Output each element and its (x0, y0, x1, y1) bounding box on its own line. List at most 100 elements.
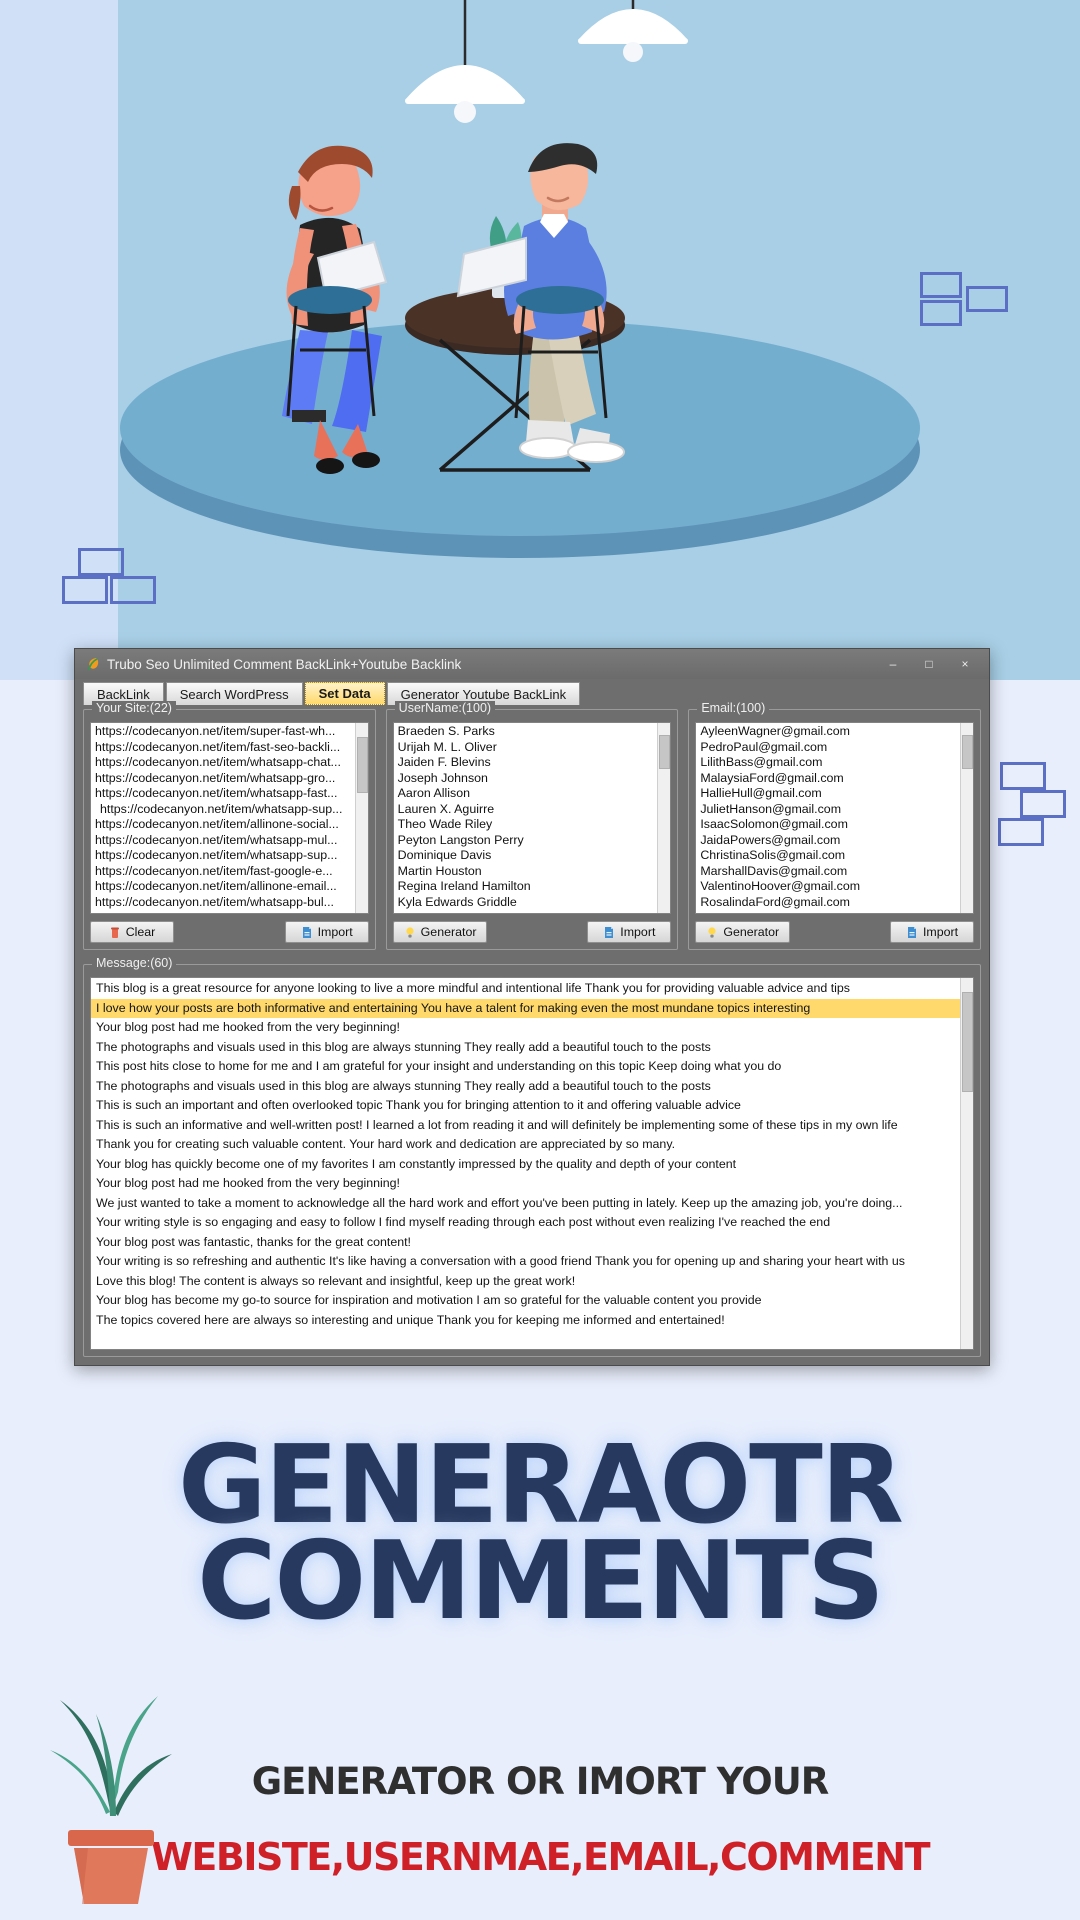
list-item[interactable]: ChristinaSolis@gmail.com (696, 848, 960, 864)
list-item[interactable]: Dominique Davis (394, 848, 658, 864)
list-item[interactable]: RosalindaFord@gmail.com (696, 895, 960, 911)
import-usernames-button[interactable]: Import (587, 921, 672, 943)
import-emails-label: Import (922, 925, 959, 939)
list-item[interactable]: https://codecanyon.net/item/fast-google-… (91, 864, 355, 880)
scrollbar-thumb[interactable] (962, 735, 974, 769)
your-site-buttons: Clear Import (90, 921, 369, 943)
clear-button[interactable]: Clear (90, 921, 174, 943)
lightbulb-icon (406, 926, 414, 938)
import-emails-button[interactable]: Import (890, 921, 975, 943)
tab-search-wordpress[interactable]: Search WordPress (165, 682, 303, 705)
username-listbox[interactable]: Braeden S. Parks Urijah M. L. Oliver Jai… (392, 722, 672, 914)
message-listbox[interactable]: This blog is a great resource for anyone… (90, 977, 974, 1350)
list-item[interactable]: MalaysiaFord@gmail.com (696, 771, 960, 787)
message-row[interactable]: This blog is a great resource for anyone… (91, 979, 960, 999)
deco-brick (1020, 790, 1066, 818)
import-sites-button[interactable]: Import (284, 921, 369, 943)
list-item[interactable]: Jaiden F. Blevins (394, 755, 658, 771)
list-item[interactable]: ValentinoHoover@gmail.com (696, 879, 960, 895)
message-row[interactable]: Your blog has quickly become one of my f… (91, 1155, 960, 1175)
list-item[interactable]: Regina Ireland Hamilton (394, 879, 658, 895)
message-row-selected[interactable]: I love how your posts are both informati… (91, 998, 960, 1018)
list-item[interactable]: PedroPaul@gmail.com (696, 740, 960, 756)
headline-line-2: COMMENTS (197, 1519, 885, 1644)
message-row[interactable]: Love this blog! The content is always so… (91, 1272, 960, 1292)
list-item[interactable]: IsaacSolomon@gmail.com (696, 817, 960, 833)
close-button[interactable]: × (957, 658, 973, 670)
list-item[interactable]: Theo Wade Riley (394, 817, 658, 833)
list-item[interactable]: https://codecanyon.net/item/whatsapp-bul… (91, 895, 355, 911)
deco-brick (110, 576, 156, 604)
generator-username-button[interactable]: Generator (392, 921, 488, 943)
list-item[interactable]: AyleenWagner@gmail.com (696, 724, 960, 740)
panel-your-site: Your Site:(22) https://codecanyon.net/it… (83, 701, 376, 950)
window-titlebar[interactable]: Trubo Seo Unlimited Comment BackLink+You… (75, 649, 989, 679)
message-row[interactable]: Thank you for creating such valuable con… (91, 1135, 960, 1155)
list-item[interactable]: https://codecanyon.net/item/whatsapp-sup… (91, 848, 355, 864)
email-listbox[interactable]: AyleenWagner@gmail.com PedroPaul@gmail.c… (695, 722, 975, 914)
panel-username: UserName:(100) Braeden S. Parks Urijah M… (385, 701, 679, 950)
message-row[interactable]: Your blog post was fantastic, thanks for… (91, 1233, 960, 1253)
message-row[interactable]: The topics covered here are always so in… (91, 1311, 960, 1331)
list-item[interactable]: Braeden S. Parks (394, 724, 658, 740)
message-row[interactable]: This is such an informative and well-wri… (91, 1116, 960, 1136)
message-row[interactable]: Your blog post had me hooked from the ve… (91, 1018, 960, 1038)
application-window: Trubo Seo Unlimited Comment BackLink+You… (74, 648, 990, 1366)
scrollbar-thumb[interactable] (962, 992, 973, 1092)
list-item[interactable]: Joseph Johnson (394, 771, 658, 787)
message-row[interactable]: Your blog has become my go-to source for… (91, 1291, 960, 1311)
generator-username-label: Generator (420, 925, 477, 939)
message-row[interactable]: The photographs and visuals used in this… (91, 1077, 960, 1097)
list-item[interactable]: HallieHull@gmail.com (696, 786, 960, 802)
list-item[interactable]: https://codecanyon.net/item/whatsapp-fas… (91, 786, 355, 802)
message-row[interactable]: We just wanted to take a moment to ackno… (91, 1194, 960, 1214)
list-item[interactable]: JaidaPowers@gmail.com (696, 833, 960, 849)
list-item[interactable]: https://codecanyon.net/item/whatsapp-mul… (91, 833, 355, 849)
message-row[interactable]: Your writing is so refreshing and authen… (91, 1252, 960, 1272)
your-site-listbox[interactable]: https://codecanyon.net/item/super-fast-w… (90, 722, 369, 914)
list-item[interactable]: https://codecanyon.net/item/super-fast-w… (91, 724, 355, 740)
deco-brick (1000, 762, 1046, 790)
message-row[interactable]: Your writing style is so engaging and ea… (91, 1213, 960, 1233)
list-item[interactable]: https://codecanyon.net/item/allinone-soc… (91, 817, 355, 833)
people-at-table-illustration (120, 0, 920, 558)
username-scrollbar[interactable] (657, 723, 671, 913)
message-row[interactable]: The photographs and visuals used in this… (91, 1038, 960, 1058)
username-items: Braeden S. Parks Urijah M. L. Oliver Jai… (394, 723, 658, 913)
list-item[interactable]: Lauren X. Aguirre (394, 802, 658, 818)
list-item[interactable]: MarshallDavis@gmail.com (696, 864, 960, 880)
generator-email-label: Generator (723, 925, 780, 939)
list-item[interactable]: Peyton Langston Perry (394, 833, 658, 849)
message-row[interactable]: This post hits close to home for me and … (91, 1057, 960, 1077)
list-item[interactable]: JulietHanson@gmail.com (696, 802, 960, 818)
deco-brick (78, 548, 124, 576)
maximize-button[interactable]: □ (921, 658, 937, 670)
list-item[interactable]: https://codecanyon.net/item/fast-seo-bac… (91, 740, 355, 756)
message-scrollbar[interactable] (960, 978, 973, 1349)
message-row[interactable]: Your blog post had me hooked from the ve… (91, 1174, 960, 1194)
hero-illustration (0, 0, 1080, 680)
import-file-icon (302, 926, 311, 938)
list-item[interactable]: https://codecanyon.net/item/whatsapp-sup… (91, 802, 355, 818)
list-item[interactable]: LilithBass@gmail.com (696, 755, 960, 771)
tab-set-data[interactable]: Set Data (304, 682, 385, 705)
scrollbar-thumb[interactable] (659, 735, 671, 769)
deco-brick (62, 576, 108, 604)
your-site-scrollbar[interactable] (354, 723, 368, 913)
generator-email-button[interactable]: Generator (695, 921, 791, 943)
email-scrollbar[interactable] (960, 723, 974, 913)
scrollbar-thumb[interactable] (356, 737, 368, 793)
list-item[interactable]: https://codecanyon.net/item/whatsapp-gro… (91, 771, 355, 787)
panel-email: Email:(100) AyleenWagner@gmail.com Pedro… (688, 701, 982, 950)
list-item[interactable]: https://codecanyon.net/item/allinone-ema… (91, 879, 355, 895)
list-item[interactable]: Urijah M. L. Oliver (394, 740, 658, 756)
deco-brick (998, 818, 1044, 846)
message-row[interactable]: This is such an important and often over… (91, 1096, 960, 1116)
list-item[interactable]: Kyla Edwards Griddle (394, 895, 658, 911)
list-item[interactable]: Martin Houston (394, 864, 658, 880)
minimize-button[interactable]: – (885, 658, 901, 670)
tab-strip: BackLink Search WordPress Set Data Gener… (75, 679, 989, 705)
lamp-group (405, 0, 688, 123)
list-item[interactable]: Aaron Allison (394, 786, 658, 802)
list-item[interactable]: https://codecanyon.net/item/whatsapp-cha… (91, 755, 355, 771)
